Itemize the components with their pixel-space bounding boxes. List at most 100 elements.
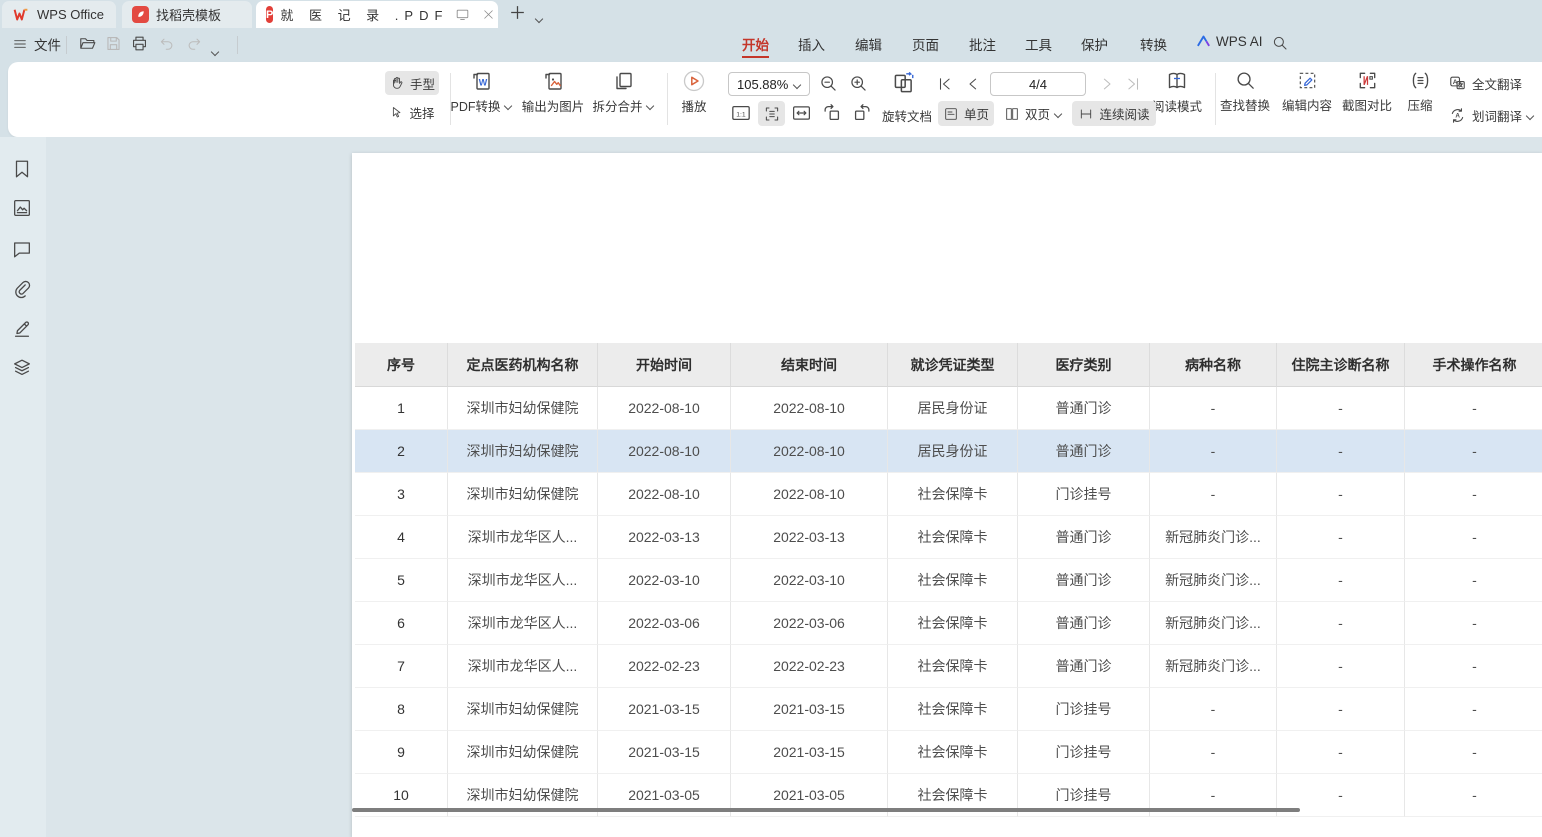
rotate-right-icon[interactable] — [851, 102, 873, 124]
table-cell: 社会保障卡 — [888, 516, 1018, 559]
double-page-button[interactable]: 双页 — [1000, 101, 1066, 126]
menu-item-home[interactable]: 开始 — [740, 34, 771, 54]
column-header: 开始时间 — [598, 343, 731, 387]
table-cell: 2022-08-10 — [731, 387, 888, 430]
actual-size-icon[interactable]: 1:1 — [730, 103, 752, 123]
rotate-doc-label[interactable]: 旋转文档 — [882, 106, 932, 125]
table-cell: 2 — [355, 430, 448, 473]
table-cell: 2022-03-06 — [731, 602, 888, 645]
new-tab-icon[interactable] — [508, 3, 527, 22]
word-translate-button[interactable]: A 划词翻译 — [1448, 103, 1534, 127]
table-cell: - — [1405, 731, 1542, 774]
column-header: 手术操作名称 — [1405, 343, 1542, 387]
pdf-convert-icon: W — [469, 69, 493, 93]
redo-icon[interactable] — [185, 35, 203, 53]
table-cell: 新冠肺炎门诊... — [1150, 645, 1277, 688]
zoom-combo-chevron-icon — [794, 81, 801, 88]
edit-content-button[interactable]: 编辑内容 — [1278, 69, 1336, 114]
monitor-icon[interactable] — [455, 7, 470, 22]
thumbnail-icon[interactable] — [11, 197, 33, 219]
select-tool-button[interactable]: 选择 — [385, 100, 439, 124]
menu-item-convert[interactable]: 转换 — [1138, 34, 1169, 54]
table-row[interactable]: 7深圳市龙华区人...2022-02-232022-02-23社会保障卡普通门诊… — [355, 645, 1542, 688]
full-translate-button[interactable]: A 全文翻译 — [1448, 71, 1522, 95]
find-replace-button[interactable]: 查找替换 — [1216, 69, 1274, 114]
continuous-read-button[interactable]: 连续阅读 — [1072, 101, 1156, 126]
table-horizontal-scrollbar[interactable] — [352, 808, 1300, 812]
zoom-out-icon[interactable] — [818, 73, 839, 94]
menu-bar: 文件 开始 插入 编辑 页面 批注 工具 保护 转换 WPS AI — [0, 28, 1542, 62]
replace-page-icon[interactable] — [890, 70, 916, 96]
single-page-button[interactable]: 单页 — [938, 101, 994, 126]
table-cell: - — [1277, 602, 1405, 645]
first-page-icon[interactable] — [936, 75, 954, 93]
menu-item-comment[interactable]: 批注 — [967, 34, 998, 54]
table-row[interactable]: 9深圳市妇幼保健院2021-03-152021-03-15社会保障卡门诊挂号--… — [355, 731, 1542, 774]
play-button[interactable]: 播放 — [672, 69, 716, 115]
save-icon[interactable] — [104, 34, 123, 53]
table-cell: 深圳市妇幼保健院 — [448, 731, 598, 774]
tab-wps-office[interactable]: WPS Office — [2, 1, 116, 28]
table-row[interactable]: 4深圳市龙华区人...2022-03-132022-03-13社会保障卡普通门诊… — [355, 516, 1542, 559]
tab-document-active[interactable]: P 就 医 记 录 .PDF — [256, 1, 498, 28]
table-row[interactable]: 2深圳市妇幼保健院2022-08-102022-08-10居民身份证普通门诊--… — [355, 430, 1542, 473]
fit-page-button[interactable] — [758, 101, 785, 126]
table-cell: - — [1277, 473, 1405, 516]
tab-docer[interactable]: 找稻壳模板 — [122, 1, 252, 28]
hand-tool-label: 手型 — [410, 74, 435, 93]
undo-icon[interactable] — [158, 35, 176, 53]
table-cell: 9 — [355, 731, 448, 774]
close-tab-icon[interactable] — [482, 8, 495, 21]
table-cell: 社会保障卡 — [888, 473, 1018, 516]
table-cell: 2021-03-15 — [731, 731, 888, 774]
menu-item-protect[interactable]: 保护 — [1079, 34, 1110, 54]
bookmark-icon[interactable] — [11, 158, 33, 180]
quickbar-chevron-icon[interactable] — [212, 48, 219, 55]
table-row[interactable]: 8深圳市妇幼保健院2021-03-152021-03-15社会保障卡门诊挂号--… — [355, 688, 1542, 731]
menu-search-icon[interactable] — [1271, 34, 1289, 52]
hand-tool-button[interactable]: 手型 — [385, 71, 439, 95]
compress-button[interactable]: 压缩 — [1400, 69, 1440, 114]
zoom-in-icon[interactable] — [848, 73, 869, 94]
menu-item-wps-ai[interactable]: WPS AI — [1196, 34, 1263, 49]
divider — [237, 36, 238, 54]
table-row[interactable]: 1深圳市妇幼保健院2022-08-102022-08-10居民身份证普通门诊--… — [355, 387, 1542, 430]
table-cell: - — [1277, 559, 1405, 602]
previous-page-icon[interactable] — [964, 75, 982, 93]
last-page-icon[interactable] — [1124, 75, 1142, 93]
next-page-icon[interactable] — [1098, 75, 1116, 93]
annotate-pen-icon[interactable] — [11, 317, 33, 339]
layers-icon[interactable] — [11, 357, 33, 379]
hamburger-icon — [12, 36, 28, 52]
split-merge-button[interactable]: 拆分合并 — [590, 69, 656, 115]
screenshot-compare-button[interactable]: 截图对比 — [1338, 69, 1396, 114]
menu-item-insert[interactable]: 插入 — [796, 34, 827, 54]
table-cell: 新冠肺炎门诊... — [1150, 602, 1277, 645]
file-menu[interactable]: 文件 — [12, 34, 61, 54]
table-cell: - — [1277, 688, 1405, 731]
table-cell: 2021-03-15 — [598, 688, 731, 731]
print-icon[interactable] — [130, 34, 149, 53]
fit-width-icon[interactable] — [791, 103, 812, 123]
zoom-level-value: 105.88% — [737, 77, 788, 92]
play-icon — [682, 69, 706, 93]
column-header: 住院主诊断名称 — [1277, 343, 1405, 387]
pdf-convert-button[interactable]: W PDF转换 — [448, 69, 514, 115]
rotate-left-icon[interactable] — [821, 102, 843, 124]
attachment-icon[interactable] — [11, 278, 33, 300]
table-cell: - — [1277, 516, 1405, 559]
export-image-button[interactable]: 输出为图片 — [518, 69, 588, 115]
menu-item-edit[interactable]: 编辑 — [853, 34, 884, 54]
table-row[interactable]: 5深圳市龙华区人...2022-03-102022-03-10社会保障卡普通门诊… — [355, 559, 1542, 602]
pdf-page: 序号定点医药机构名称开始时间结束时间就诊凭证类型医疗类别病种名称住院主诊断名称手… — [352, 153, 1542, 837]
comment-icon[interactable] — [11, 238, 33, 260]
page-indicator-input[interactable] — [990, 72, 1086, 96]
menu-item-page[interactable]: 页面 — [910, 34, 941, 54]
tab-list-chevron-icon[interactable] — [536, 15, 543, 22]
open-folder-icon[interactable] — [78, 34, 97, 53]
zoom-level-combo[interactable]: 105.88% — [728, 72, 810, 96]
table-row[interactable]: 3深圳市妇幼保健院2022-08-102022-08-10社会保障卡门诊挂号--… — [355, 473, 1542, 516]
table-row[interactable]: 6深圳市龙华区人...2022-03-062022-03-06社会保障卡普通门诊… — [355, 602, 1542, 645]
menu-item-tools[interactable]: 工具 — [1023, 34, 1054, 54]
wps-ai-icon — [1196, 34, 1211, 49]
